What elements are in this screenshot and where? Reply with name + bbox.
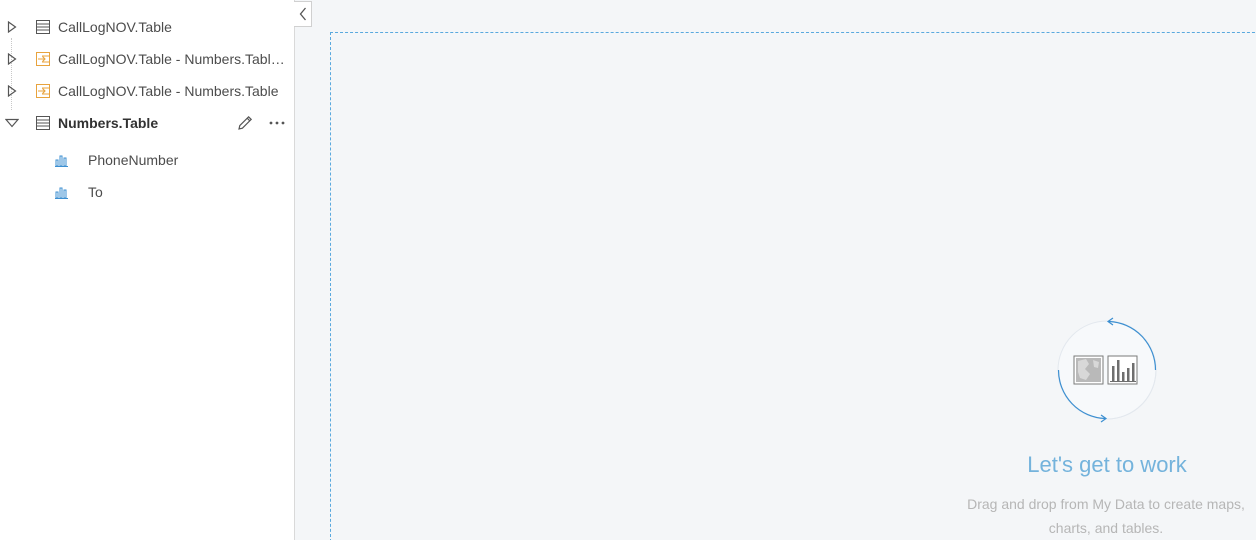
dataset-actions [234, 113, 288, 133]
dataset-row[interactable]: Numbers.Table [0, 107, 294, 139]
canvas-gutter [295, 0, 328, 540]
insights-workspace: CallLogNOV.Table CallLogNOV.Table - Numb… [0, 0, 1256, 540]
field-item[interactable]: PhoneNumber [0, 145, 294, 175]
more-options-icon[interactable] [266, 113, 288, 133]
empty-state-description: Drag and drop from My Data to create map… [967, 496, 1245, 536]
field-label: To [88, 184, 103, 200]
page-canvas[interactable]: Let's get to work Drag and drop from My … [295, 0, 1256, 540]
collapse-panel-button[interactable] [294, 1, 312, 27]
string-field-icon [55, 153, 69, 167]
dataset-row[interactable]: CallLogNOV.Table - Numbers.Table... [0, 43, 294, 75]
joined-table-icon [35, 83, 51, 99]
dataset-row[interactable]: CallLogNOV.Table - Numbers.Table [0, 75, 294, 107]
expand-triangle-icon[interactable] [5, 20, 19, 34]
collapse-triangle-icon[interactable] [5, 116, 19, 130]
cycle-graphic-icon [1056, 317, 1158, 423]
data-panel: CallLogNOV.Table CallLogNOV.Table - Numb… [0, 0, 295, 540]
chevron-left-icon [299, 7, 306, 21]
dataset-label: Numbers.Table [58, 115, 159, 131]
expand-triangle-icon[interactable] [5, 52, 19, 66]
dataset-label: CallLogNOV.Table - Numbers.Table [58, 83, 279, 99]
empty-state-title: Let's get to work [1027, 452, 1187, 477]
field-item[interactable]: To [0, 177, 294, 207]
joined-table-icon [35, 51, 51, 67]
dataset-label: CallLogNOV.Table [58, 19, 172, 35]
string-field-icon [55, 185, 69, 199]
dataset-row[interactable]: CallLogNOV.Table [0, 11, 294, 43]
dataset-label: CallLogNOV.Table - Numbers.Table... [58, 51, 290, 67]
pencil-icon[interactable] [234, 113, 256, 133]
table-icon [35, 115, 51, 131]
table-icon [35, 19, 51, 35]
expand-triangle-icon[interactable] [5, 84, 19, 98]
field-label: PhoneNumber [88, 152, 179, 168]
